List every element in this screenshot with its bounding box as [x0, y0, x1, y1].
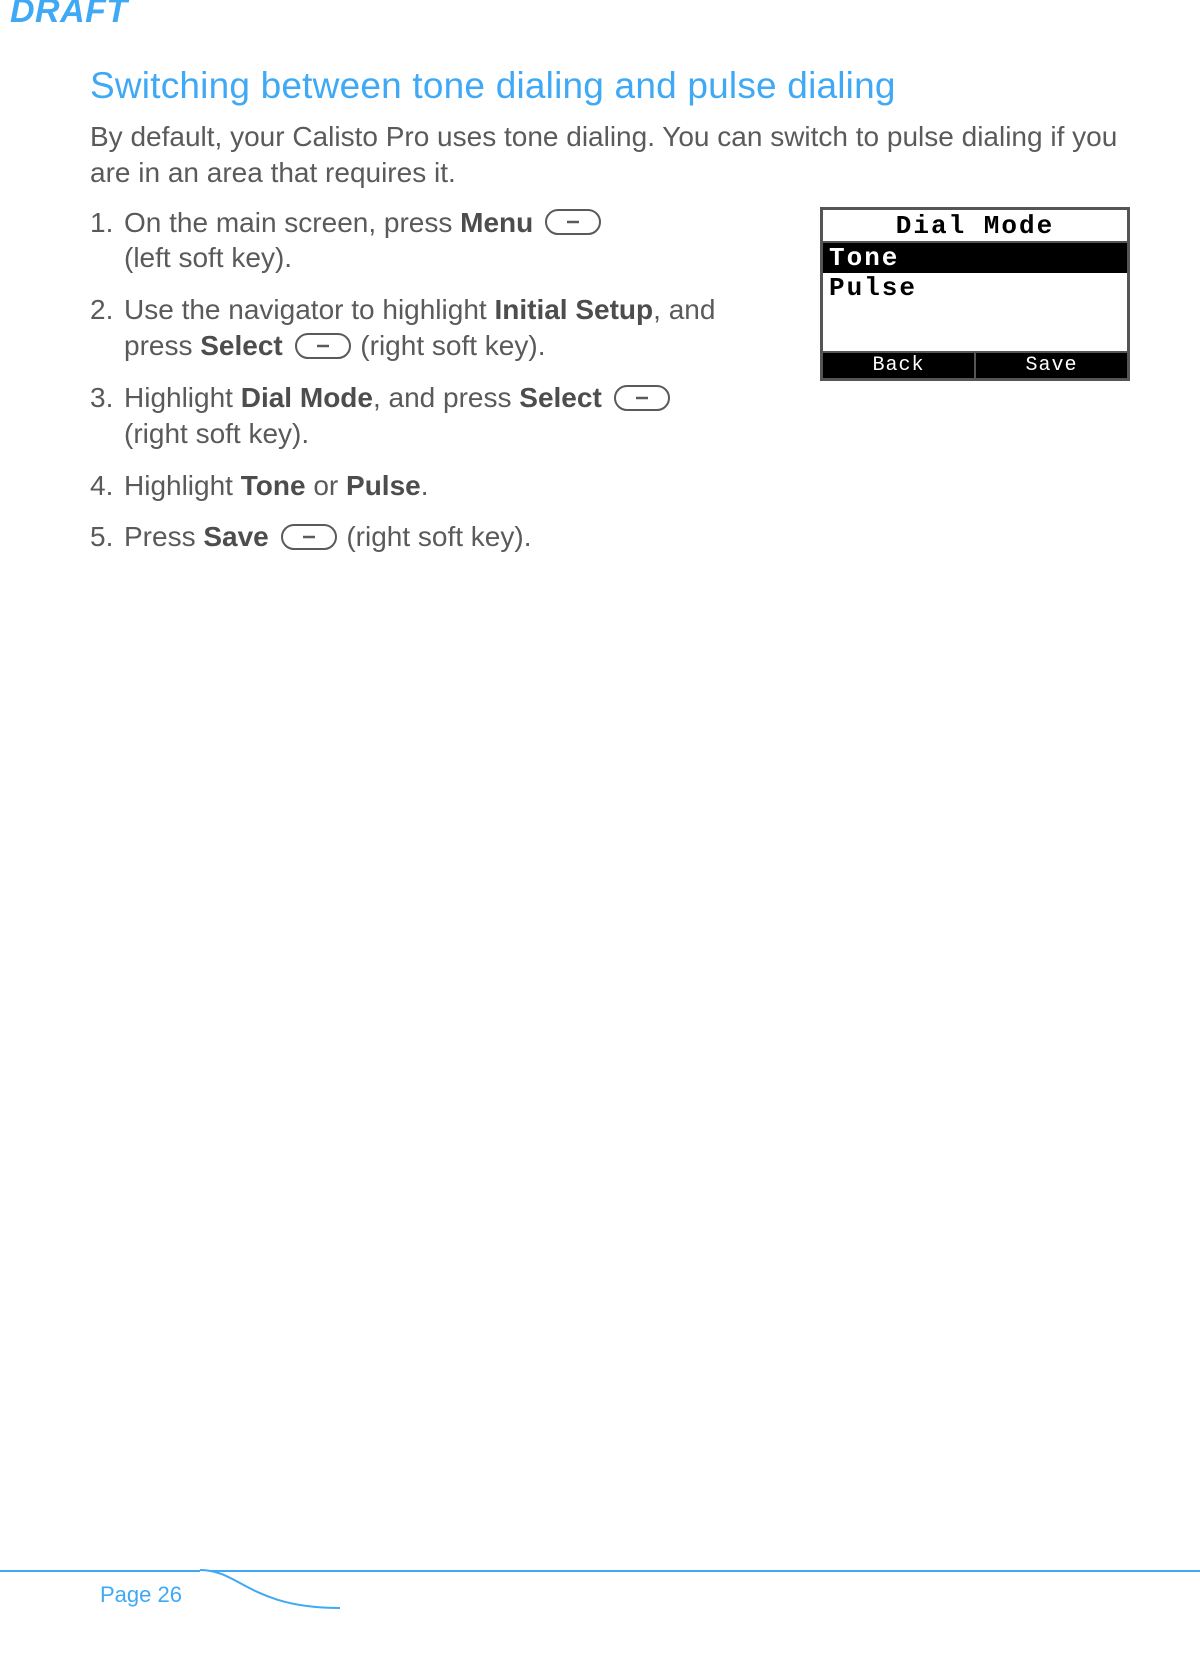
intro-paragraph: By default, your Calisto Pro uses tone d…	[90, 119, 1130, 191]
phone-item-pulse: Pulse	[823, 273, 1127, 303]
softkey-icon	[545, 209, 601, 235]
softkey-icon	[614, 385, 670, 411]
step-text: (right soft key).	[353, 330, 546, 361]
step-text: Press	[124, 521, 203, 552]
content-area: Switching between tone dialing and pulse…	[90, 65, 1130, 571]
step-bold: Dial Mode	[241, 382, 373, 413]
step-3: Highlight Dial Mode, and press Select (r…	[90, 380, 784, 452]
step-text: , and press	[373, 382, 519, 413]
step-text: or	[306, 470, 346, 501]
phone-item-tone: Tone	[823, 243, 1127, 273]
phone-screen-illustration: Dial Mode Tone Pulse Back Save	[820, 207, 1130, 381]
phone-softkey-save: Save	[976, 353, 1127, 378]
section-title: Switching between tone dialing and pulse…	[90, 65, 1130, 107]
phone-softkey-back: Back	[823, 353, 976, 378]
draft-watermark: DRAFT	[10, 0, 128, 31]
step-text: Use the navigator to highlight	[124, 294, 494, 325]
step-bold: Tone	[241, 470, 306, 501]
body-row: On the main screen, press Menu (left sof…	[90, 205, 1130, 572]
step-text: (left soft key).	[124, 242, 292, 273]
phone-softkeys: Back Save	[823, 351, 1127, 378]
footer-curve	[200, 1568, 340, 1618]
step-2: Use the navigator to highlight Initial S…	[90, 292, 784, 364]
phone-list: Tone Pulse	[823, 241, 1127, 351]
softkey-icon	[295, 333, 351, 359]
steps-list: On the main screen, press Menu (left sof…	[90, 205, 784, 572]
step-bold: Menu	[460, 207, 533, 238]
step-bold: Initial Setup	[494, 294, 653, 325]
step-4: Highlight Tone or Pulse.	[90, 468, 784, 504]
step-bold: Select	[519, 382, 602, 413]
step-text: (right soft key).	[124, 418, 309, 449]
phone-title: Dial Mode	[823, 210, 1127, 241]
step-5: Press Save (right soft key).	[90, 519, 784, 555]
step-text: Highlight	[124, 382, 241, 413]
page: DRAFT Switching between tone dialing and…	[0, 0, 1200, 1656]
step-text: .	[421, 470, 429, 501]
page-number: Page 26	[100, 1582, 182, 1608]
step-bold: Pulse	[346, 470, 421, 501]
step-text: (right soft key).	[339, 521, 532, 552]
step-1: On the main screen, press Menu (left sof…	[90, 205, 784, 277]
step-text: Highlight	[124, 470, 241, 501]
page-footer: Page 26	[0, 1570, 1200, 1620]
footer-line	[0, 1570, 1200, 1572]
step-text: On the main screen, press	[124, 207, 460, 238]
step-bold: Save	[203, 521, 268, 552]
step-bold: Select	[200, 330, 283, 361]
softkey-icon	[281, 524, 337, 550]
